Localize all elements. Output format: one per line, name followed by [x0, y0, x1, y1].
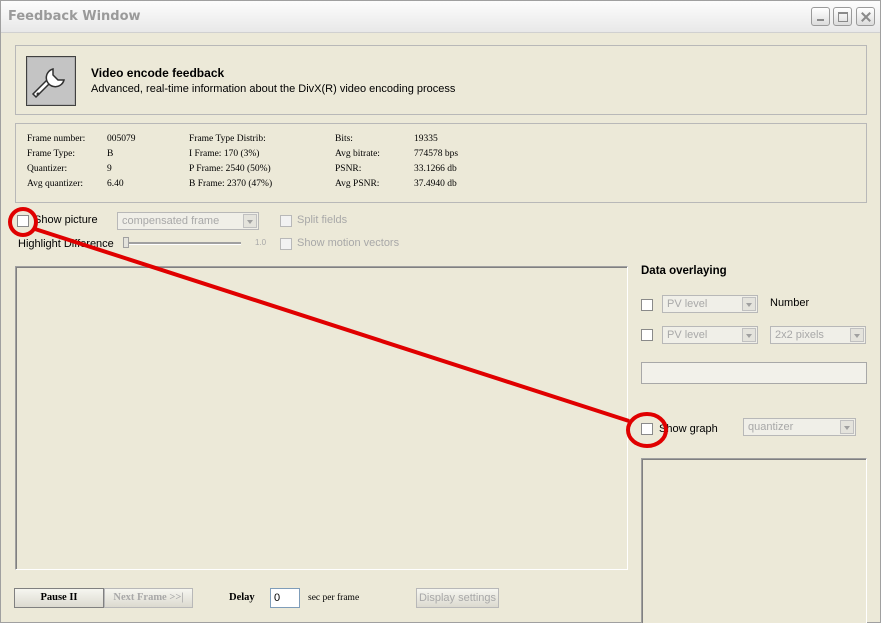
overlay-row1-checkbox[interactable]	[641, 299, 653, 311]
delay-input[interactable]: 0	[270, 588, 300, 608]
avg-bitrate-label: Avg bitrate:	[335, 149, 380, 159]
delay-unit-label: sec per frame	[308, 593, 360, 603]
header-subtitle: Advanced, real-time information about th…	[91, 83, 456, 95]
close-button[interactable]	[856, 7, 875, 26]
stats-panel: Frame number: 005079 Frame Type: B Quant…	[15, 123, 867, 203]
psnr-label: PSNR:	[335, 164, 362, 174]
chevron-down-icon	[742, 297, 756, 311]
show-motion-vectors-label: Show motion vectors	[297, 237, 400, 249]
chevron-down-icon	[742, 328, 756, 342]
show-graph-checkbox[interactable]	[641, 423, 653, 435]
overlay-row2-select[interactable]: PV level	[662, 326, 758, 344]
p-frame-stat: P Frame: 2540 (50%)	[189, 164, 271, 174]
show-graph-label: Show graph	[659, 423, 718, 435]
avg-psnr-value: 37.4940 db	[414, 179, 457, 189]
highlight-difference-label: Highlight Difference	[18, 238, 114, 250]
frame-type-value: B	[107, 149, 114, 159]
psnr-value: 33.1266 db	[414, 164, 457, 174]
chevron-down-icon	[243, 214, 257, 228]
highlight-slider-value: 1.0	[255, 238, 267, 247]
frame-type-distrib-label: Frame Type Distrib:	[189, 134, 266, 144]
pause-button[interactable]: Pause II	[14, 588, 104, 608]
overlay-row1-select[interactable]: PV level	[662, 295, 758, 313]
show-picture-checkbox[interactable]	[17, 215, 29, 227]
picture-mode-select[interactable]: compensated frame	[117, 212, 259, 230]
bits-label: Bits:	[335, 134, 353, 144]
avg-quantizer-label: Avg quantizer:	[27, 179, 84, 189]
overlay-row1-label: Number	[770, 297, 810, 309]
overlay-row1-value: PV level	[667, 298, 708, 310]
split-fields-label: Split fields	[297, 214, 348, 226]
highlight-slider-thumb[interactable]	[123, 237, 129, 248]
overlay-row2-value: PV level	[667, 329, 708, 341]
avg-psnr-label: Avg PSNR:	[335, 179, 380, 189]
show-picture-label: Show picture	[34, 214, 98, 226]
i-frame-stat: I Frame: 170 (3%)	[189, 149, 260, 159]
quantizer-value: 9	[107, 164, 112, 174]
wrench-icon	[26, 56, 76, 106]
overlay-row2-checkbox[interactable]	[641, 329, 653, 341]
frame-type-label: Frame Type:	[27, 149, 75, 159]
title-bar[interactable]: Feedback Window	[1, 1, 880, 33]
split-fields-checkbox[interactable]	[280, 215, 292, 227]
avg-quantizer-value: 6.40	[107, 179, 124, 189]
header-panel: Video encode feedback Advanced, real-tim…	[15, 45, 867, 115]
graph-type-select[interactable]: quantizer	[743, 418, 856, 436]
frame-number-value: 005079	[107, 134, 136, 144]
graph-display-area	[641, 458, 867, 623]
b-frame-stat: B Frame: 2370 (47%)	[189, 179, 273, 189]
overlay-info-field	[641, 362, 867, 384]
next-frame-button[interactable]: Next Frame >>|	[104, 588, 193, 608]
highlight-slider-track[interactable]	[125, 242, 241, 245]
bits-value: 19335	[414, 134, 438, 144]
chevron-down-icon	[840, 420, 854, 434]
frame-number-label: Frame number:	[27, 134, 86, 144]
quantizer-label: Quantizer:	[27, 164, 68, 174]
picture-mode-value: compensated frame	[122, 215, 220, 227]
display-settings-button[interactable]: Display settings	[416, 588, 499, 608]
overlay-size-select[interactable]: 2x2 pixels	[770, 326, 866, 344]
graph-type-value: quantizer	[748, 421, 794, 433]
delay-label: Delay	[229, 592, 255, 603]
chevron-down-icon	[850, 328, 864, 342]
overlay-size-value: 2x2 pixels	[775, 329, 824, 341]
data-overlaying-title: Data overlaying	[641, 265, 727, 277]
maximize-button[interactable]	[833, 7, 852, 26]
window-title: Feedback Window	[8, 9, 141, 24]
show-motion-vectors-checkbox[interactable]	[280, 238, 292, 250]
minimize-button[interactable]	[811, 7, 830, 26]
header-title: Video encode feedback	[91, 66, 225, 80]
avg-bitrate-value: 774578 bps	[414, 149, 459, 159]
picture-display-area	[15, 266, 628, 570]
